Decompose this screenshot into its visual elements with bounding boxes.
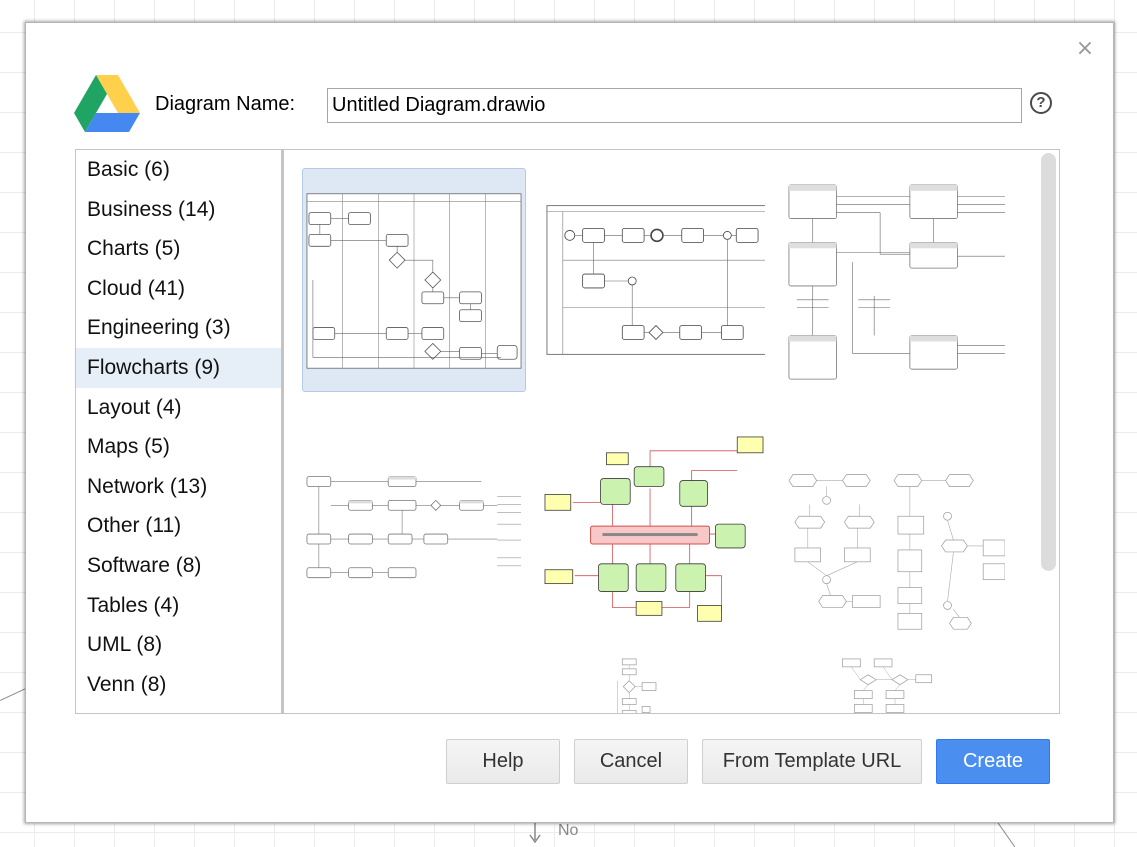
small-flowchart-preview [617, 658, 657, 713]
category-business[interactable]: Business (14) [76, 190, 281, 230]
development-process-preview [544, 436, 764, 622]
category-venn[interactable]: Venn (8) [76, 665, 281, 705]
help-button[interactable]: Help [446, 739, 560, 784]
category-uml[interactable]: UML (8) [76, 625, 281, 665]
google-drive-logo [74, 75, 140, 132]
template-gallery [282, 149, 1060, 714]
cross-functional-preview [306, 193, 522, 369]
template-thumbnail-decision-flow[interactable] [782, 650, 1006, 713]
help-icon[interactable]: ? [1030, 92, 1052, 114]
category-layout[interactable]: Layout (4) [76, 388, 281, 428]
diagram-name-label: Diagram Name: [155, 93, 296, 115]
category-other[interactable]: Other (11) [76, 506, 281, 546]
template-thumbnail-bpmn[interactable] [542, 168, 766, 392]
category-charts[interactable]: Charts (5) [76, 229, 281, 269]
decision-flow-preview [842, 658, 933, 713]
background-label: No [558, 822, 579, 839]
category-basic[interactable]: Basic (6) [76, 150, 281, 190]
create-button[interactable]: Create [936, 739, 1050, 784]
template-thumbnail-function-blocks[interactable] [782, 168, 1006, 392]
category-flowcharts[interactable]: Flowcharts (9) [76, 347, 281, 388]
diagram-name-input[interactable] [327, 88, 1022, 123]
category-tables[interactable]: Tables (4) [76, 586, 281, 626]
category-maps[interactable]: Maps (5) [76, 427, 281, 467]
cancel-button[interactable]: Cancel [574, 739, 688, 784]
category-engineering[interactable]: Engineering (3) [76, 308, 281, 348]
new-diagram-dialog: × Diagram Name: ? Basic (6) Business (14… [25, 22, 1114, 823]
template-thumbnail-development-process[interactable] [542, 430, 766, 654]
template-thumbnail-cross-functional[interactable] [302, 168, 526, 392]
category-network[interactable]: Network (13) [76, 467, 281, 507]
process-flow-preview [306, 476, 522, 579]
template-thumbnail-small-flowchart[interactable] [542, 650, 766, 713]
background-arrow-icon [529, 822, 541, 844]
from-template-url-button[interactable]: From Template URL [702, 739, 922, 784]
bpmn-preview [546, 205, 765, 355]
hexagon-flow-preview [788, 474, 1005, 630]
function-blocks-preview [788, 184, 1005, 380]
category-cloud[interactable]: Cloud (41) [76, 269, 281, 309]
background-connector-right [997, 822, 1016, 847]
category-list: Basic (6) Business (14) Charts (5) Cloud… [75, 149, 282, 714]
close-icon[interactable]: × [1075, 38, 1095, 60]
template-thumbnail-hexagon-flow[interactable] [782, 430, 1006, 654]
template-thumbnail-process-flow[interactable] [302, 430, 526, 654]
template-scrollbar[interactable] [1041, 153, 1056, 571]
category-software[interactable]: Software (8) [76, 546, 281, 586]
